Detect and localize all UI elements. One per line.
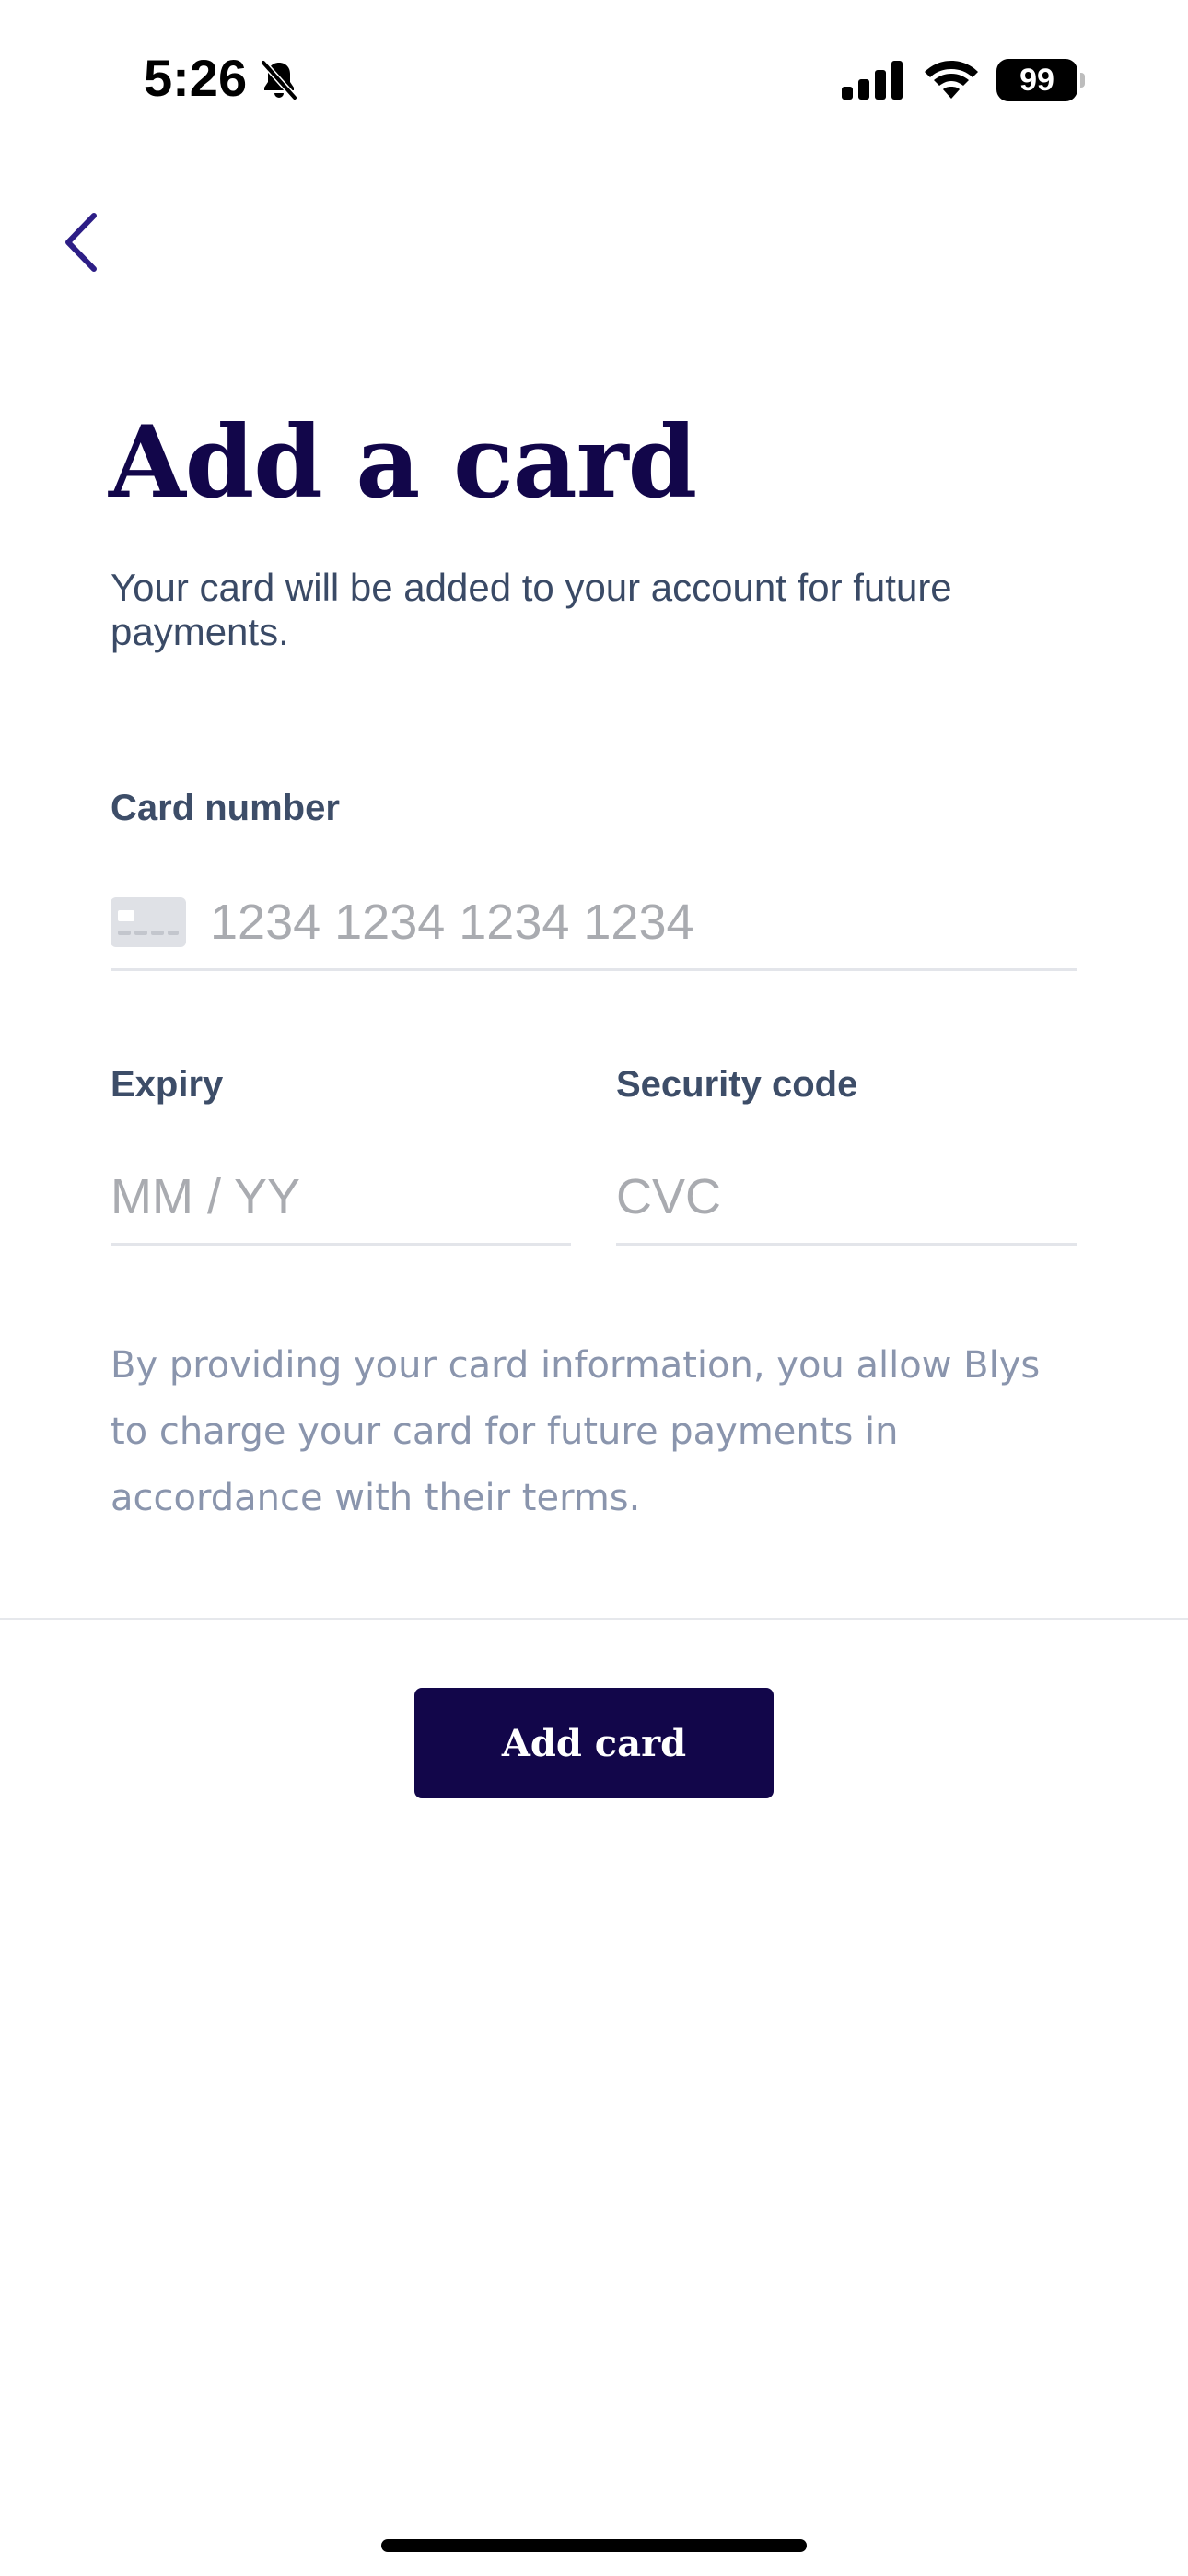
status-bar: 5:26 99	[0, 0, 1188, 161]
consent-text: By providing your card information, you …	[111, 1344, 1041, 1519]
bell-slash-icon	[260, 59, 298, 101]
chevron-left-icon	[65, 213, 97, 272]
card-number-input[interactable]	[111, 875, 1077, 971]
battery-level: 99	[996, 59, 1077, 101]
page-subtitle: Your card will be added to your account …	[111, 566, 952, 653]
back-button[interactable]	[44, 192, 118, 293]
status-time: 5:26	[144, 49, 248, 107]
expiry-input[interactable]	[111, 1150, 571, 1246]
divider	[0, 1618, 1188, 1620]
page-title: Add a card	[109, 404, 697, 521]
security-code-input[interactable]	[616, 1150, 1077, 1246]
battery-icon: 99	[996, 59, 1085, 101]
cellular-signal-icon	[842, 61, 903, 100]
add-card-button[interactable]: Add card	[414, 1688, 774, 1798]
card-number-label: Card number	[111, 788, 340, 828]
security-code-label: Security code	[616, 1064, 858, 1105]
battery-tip	[1080, 73, 1085, 88]
home-indicator[interactable]	[381, 2539, 807, 2552]
wifi-icon	[925, 61, 978, 99]
expiry-label: Expiry	[111, 1064, 224, 1105]
credit-card-icon	[111, 897, 186, 947]
